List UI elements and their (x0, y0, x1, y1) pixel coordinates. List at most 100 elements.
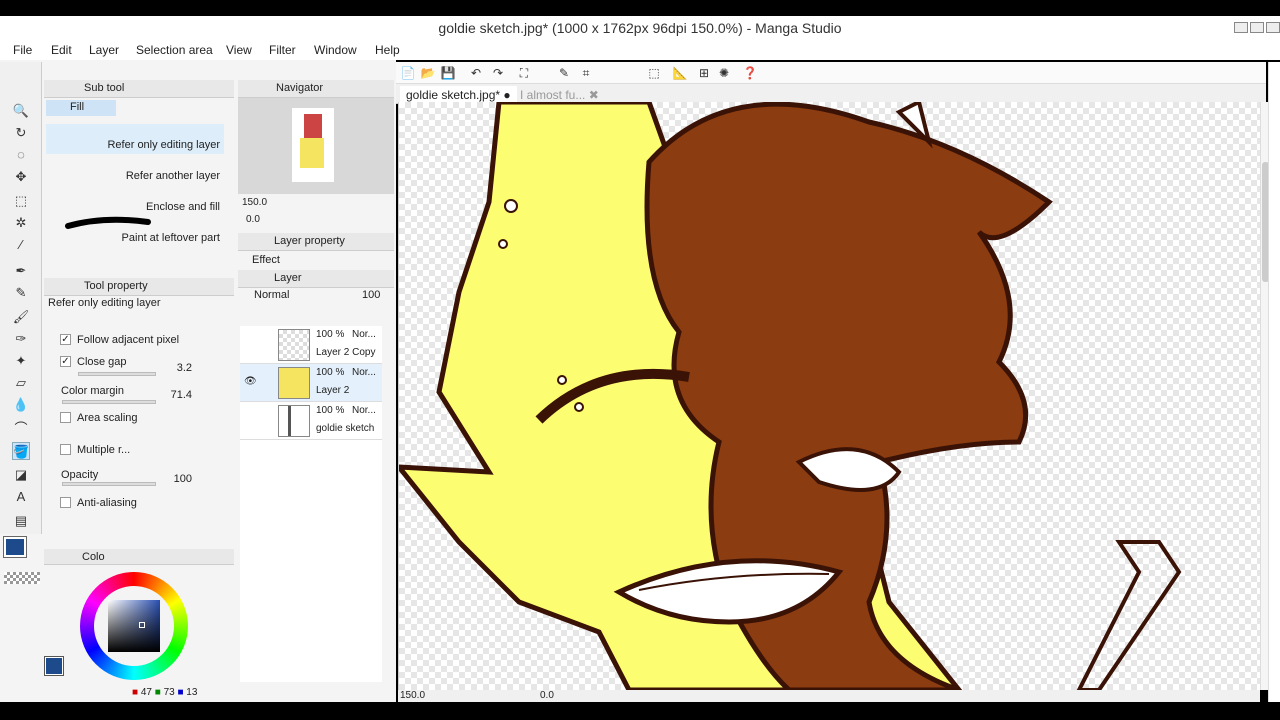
menu-layer[interactable]: Layer (89, 43, 119, 57)
text-tool-icon[interactable]: A (12, 488, 30, 506)
redo-icon[interactable]: ↷ (490, 65, 506, 81)
subtool-item-label: Enclose and fill (146, 201, 220, 213)
select-icon[interactable]: ⬚ (646, 65, 662, 81)
close-gap-slider[interactable] (78, 372, 156, 376)
thumbnail-body (300, 138, 324, 168)
move-tool-icon[interactable]: ✥ (12, 168, 30, 186)
airbrush-tool-icon[interactable]: ✑ (12, 330, 30, 348)
transparent-swatch[interactable] (4, 572, 40, 584)
eraser-tool-icon[interactable]: ▱ (12, 374, 30, 392)
blend-tool-icon[interactable]: 💧 (12, 396, 30, 414)
menu-filter[interactable]: Filter (269, 43, 296, 57)
navigator-header: Navigator (238, 80, 394, 98)
pen-tool-icon[interactable]: ✒ (12, 262, 30, 280)
layer-panel-header: Layer (238, 270, 394, 288)
navigator-rotate-value[interactable]: 0.0 (246, 214, 260, 225)
menu-view[interactable]: View (226, 43, 252, 57)
multiple-ref-checkbox[interactable] (60, 444, 71, 455)
canvas[interactable] (398, 102, 1260, 690)
subtool-item-refer-only[interactable]: Refer only editing layer (46, 124, 224, 154)
area-scaling-checkbox[interactable] (60, 412, 71, 423)
decoration-tool-icon[interactable]: ✦ (12, 352, 30, 370)
opacity-slider[interactable] (62, 482, 156, 486)
follow-adjacent-checkbox[interactable]: ✓ (60, 334, 71, 345)
layer-panel-title: Layer (274, 272, 302, 284)
layer-mode: Nor... (352, 367, 376, 378)
color-margin-slider[interactable] (62, 400, 156, 404)
selection-tool-icon[interactable]: ⬚ (12, 192, 30, 210)
snap-icon[interactable]: ✺ (716, 65, 732, 81)
menu-edit[interactable]: Edit (51, 43, 72, 57)
layer-row[interactable]: 100 % Nor... goldie sketch (240, 402, 382, 440)
color-panel-title: Colo (82, 551, 105, 563)
close-button[interactable] (1266, 22, 1280, 33)
layer-thumbnail (278, 329, 310, 361)
pencil-tool-icon[interactable]: ✎ (12, 284, 30, 302)
minimize-button[interactable] (1234, 22, 1248, 33)
close-gap-checkbox[interactable]: ✓ (60, 356, 71, 367)
layer-row[interactable]: 100 % Nor... Layer 2 Copy (240, 326, 382, 364)
navigator-preview-area[interactable] (238, 98, 394, 194)
menu-selection-area[interactable]: Selection area (136, 43, 213, 57)
blend-mode-select[interactable]: Normal (254, 289, 289, 301)
gradient-tool-icon[interactable]: ◪ (12, 466, 30, 484)
menu-help[interactable]: Help (375, 43, 400, 57)
save-icon[interactable]: 💾 (440, 65, 456, 81)
opacity-value[interactable]: 100 (162, 473, 192, 485)
lasso-tool-icon[interactable]: ◌ (12, 146, 30, 164)
color-margin-value[interactable]: 71.4 (162, 389, 192, 401)
fill-tool-icon[interactable]: 🪣 (12, 442, 30, 460)
layer-list-empty (240, 440, 382, 682)
ruler-icon[interactable]: 📐 (672, 65, 688, 81)
color-r-value: 47 (140, 687, 152, 698)
status-rotate-value[interactable]: 0.0 (540, 690, 554, 701)
color-picker-cursor[interactable] (139, 622, 145, 628)
open-icon[interactable]: 📂 (420, 65, 436, 81)
brush-tool-icon[interactable]: 🖌 (12, 308, 30, 326)
frame-tool-icon[interactable]: ▤ (12, 512, 30, 530)
color-preview-swatch[interactable] (44, 656, 64, 676)
navigator-zoom-value[interactable]: 150.0 (242, 197, 267, 208)
layer-mode: Nor... (352, 405, 376, 416)
close-gap-value[interactable]: 3.2 (162, 362, 192, 374)
layer-opacity-value[interactable]: 100 (362, 289, 380, 301)
new-icon[interactable]: 📄 (400, 65, 416, 81)
layer-row[interactable]: 👁 100 % Nor... Layer 2 (240, 364, 382, 402)
subtool-group-fill[interactable]: Fill (46, 100, 116, 116)
curve-tool-icon[interactable]: ⌒ (12, 420, 30, 438)
help-icon[interactable]: ❓ (742, 65, 758, 81)
main-color-swatch[interactable] (3, 536, 27, 558)
sparkle (504, 199, 518, 213)
transform-icon[interactable]: ⛶ (516, 65, 532, 81)
subtool-item-refer-another[interactable]: Refer another layer (46, 155, 224, 185)
bottom-letterbox (0, 702, 1280, 720)
menu-file[interactable]: File (13, 43, 32, 57)
follow-adjacent-label: Follow adjacent pixel (77, 334, 180, 346)
layer-name: Layer 2 Copy (316, 347, 376, 358)
layer-thumbnail (278, 405, 310, 437)
rotate-tool-icon[interactable]: ↻ (12, 124, 30, 142)
pen-icon[interactable]: ✎ (556, 65, 572, 81)
eyedropper-tool-icon[interactable]: ⁄ (12, 236, 30, 254)
grid-icon[interactable]: ⊞ (696, 65, 712, 81)
undo-icon[interactable]: ↶ (468, 65, 484, 81)
subtool-group-label: Fill (70, 101, 85, 113)
right-dock-strip (1268, 62, 1280, 702)
artwork (399, 102, 1182, 690)
color-panel-header: Colo (44, 549, 234, 565)
crop-icon[interactable]: ⌗ (578, 65, 594, 81)
visibility-eye-icon[interactable]: 👁 (244, 376, 257, 387)
anti-aliasing-label: Anti-aliasing (77, 497, 137, 509)
rgb-readout: ■ 47 ■ 73 ■ 13 (132, 687, 198, 698)
status-zoom-value[interactable]: 150.0 (400, 690, 425, 701)
maximize-button[interactable] (1250, 22, 1264, 33)
menu-window[interactable]: Window (314, 43, 357, 57)
subtool-header: Sub tool (44, 80, 234, 98)
sparkle (557, 375, 567, 385)
color-square[interactable] (108, 600, 160, 652)
zoom-tool-icon[interactable]: 🔍 (12, 102, 30, 120)
tool-strip: 🔍 ↻ ◌ ✥ ⬚ ✲ ⁄ ✒ ✎ 🖌 ✑ ✦ ▱ 💧 ⌒ 🪣 ◪ A ▤ (0, 62, 42, 534)
anti-aliasing-checkbox[interactable] (60, 497, 71, 508)
subtool-title: Sub tool (84, 82, 125, 94)
wand-tool-icon[interactable]: ✲ (12, 214, 30, 232)
